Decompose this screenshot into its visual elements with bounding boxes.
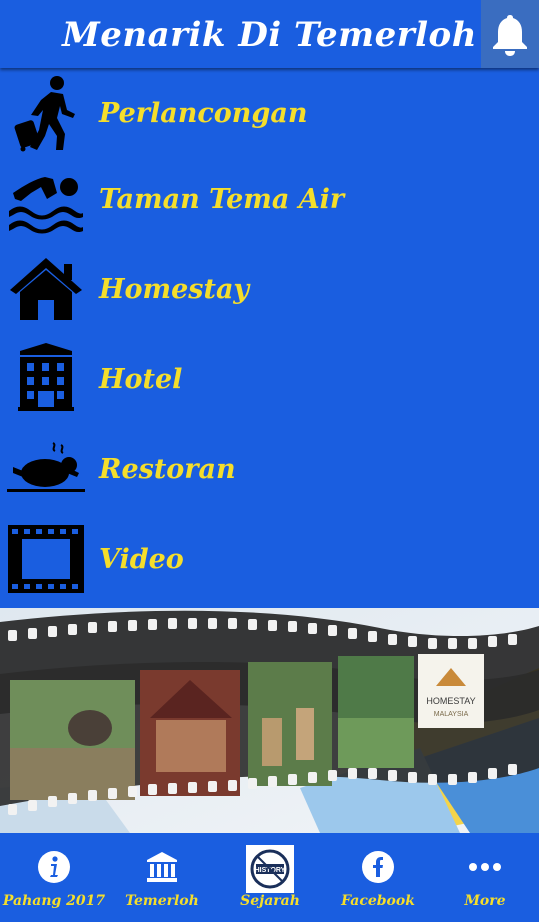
menu-label: Hotel <box>99 363 183 395</box>
menu-item-perlancongan[interactable]: Perlancongan <box>0 68 539 158</box>
roast-chicken-icon <box>6 427 86 511</box>
bottom-navigation: Pahang 2017 Temerloh HISTORY Sejarah Fac… <box>0 833 539 922</box>
menu-label: Taman Tema Air <box>99 183 345 215</box>
info-icon <box>34 847 74 887</box>
more-icon <box>465 847 505 887</box>
banner-image: HOMESTAY MALAYSIA <box>0 608 539 833</box>
homestay-logo-text: HOMESTAY <box>426 696 475 706</box>
promo-banner: HOMESTAY MALAYSIA <box>0 608 539 833</box>
bell-icon <box>493 15 527 56</box>
notification-button[interactable] <box>481 0 539 68</box>
hotel-building-icon <box>6 337 86 421</box>
nav-label: More <box>464 893 506 909</box>
menu-label: Homestay <box>99 273 250 305</box>
museum-icon <box>142 847 182 887</box>
menu-item-restoran[interactable]: Restoran <box>0 424 539 514</box>
nav-label: Facebook <box>341 893 415 909</box>
app-header: Menarik Di Temerloh <box>0 0 539 68</box>
nav-label: Temerloh <box>125 893 199 909</box>
traveler-icon <box>6 71 86 155</box>
house-icon <box>6 247 86 331</box>
menu-item-homestay[interactable]: Homestay <box>0 244 539 334</box>
swimmer-icon <box>6 157 86 241</box>
nav-item-temerloh[interactable]: Temerloh <box>108 833 216 922</box>
menu-label: Perlancongan <box>99 97 308 129</box>
history-icon: HISTORY <box>246 845 294 893</box>
menu-item-hotel[interactable]: Hotel <box>0 334 539 424</box>
menu-item-video[interactable]: Video <box>0 514 539 604</box>
facebook-icon <box>358 847 398 887</box>
menu-label: Video <box>99 543 184 575</box>
nav-label: Pahang 2017 <box>2 893 106 909</box>
film-strip-icon <box>6 517 86 601</box>
nav-label: Sejarah <box>240 893 300 909</box>
nav-item-more[interactable]: More <box>431 833 539 922</box>
nav-item-sejarah[interactable]: HISTORY Sejarah <box>216 833 324 922</box>
page-title: Menarik Di Temerloh <box>62 15 477 55</box>
nav-item-pahang-2017[interactable]: Pahang 2017 <box>0 833 108 922</box>
nav-item-facebook[interactable]: Facebook <box>324 833 432 922</box>
menu-item-taman-tema-air[interactable]: Taman Tema Air <box>0 154 539 244</box>
menu-label: Restoran <box>99 453 236 485</box>
homestay-logo-subtext: MALAYSIA <box>434 711 469 718</box>
